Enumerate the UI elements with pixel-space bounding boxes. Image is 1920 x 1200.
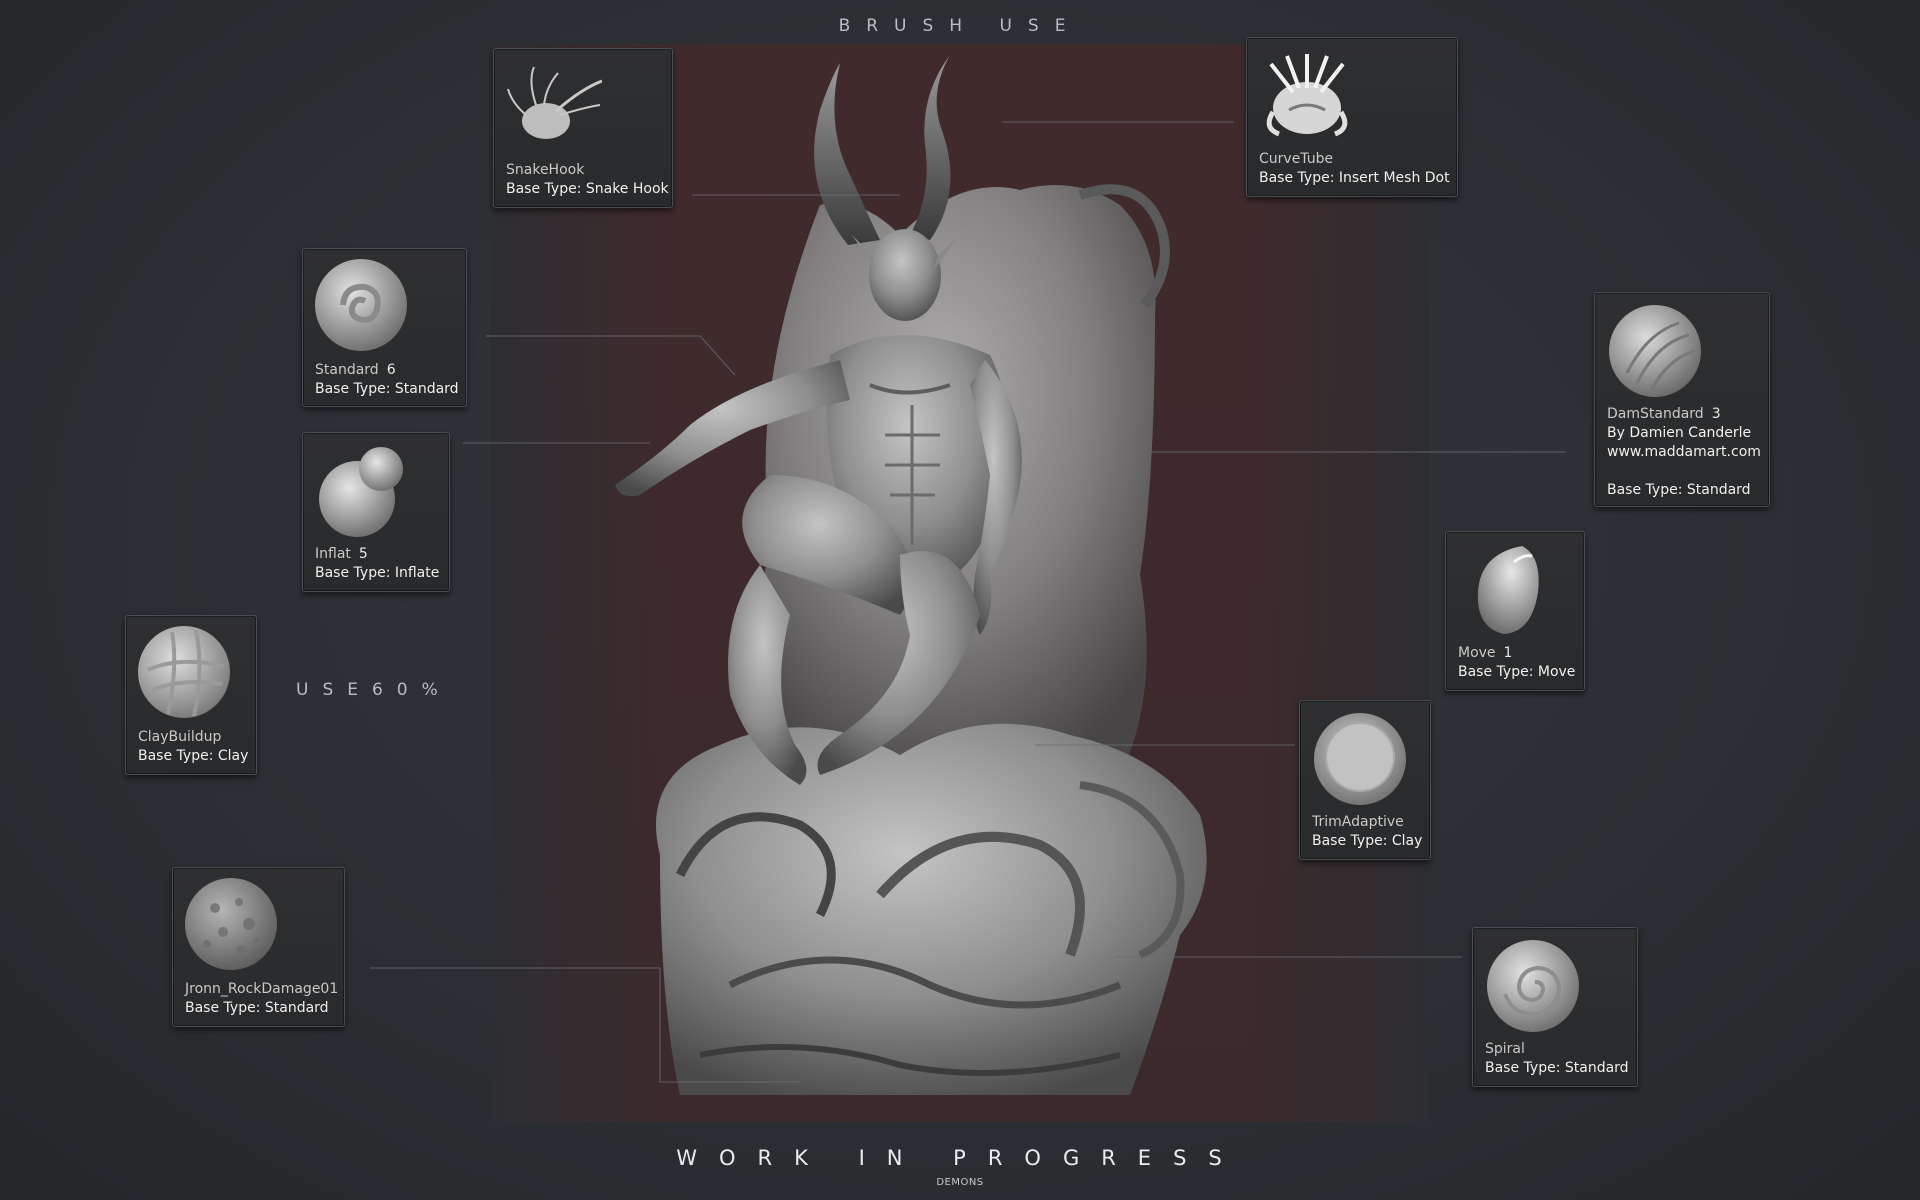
brush-name: Standard 6 <box>315 362 396 378</box>
demon-sculpture-image <box>615 55 1207 1095</box>
inflat-brush-icon <box>319 447 403 537</box>
brush-base-type: Base Type: Clay <box>1312 833 1423 849</box>
brush-name: Spiral <box>1485 1041 1525 1057</box>
brush-card-standard[interactable]: Standard 6 Base Type: Standard <box>302 248 467 407</box>
brush-card-snakehook[interactable]: SnakeHook Base Type: Snake Hook <box>493 48 673 208</box>
standard-brush-icon <box>315 259 407 351</box>
brush-card-curvetube[interactable]: CurveTube Base Type: Insert Mesh Dot <box>1246 37 1458 197</box>
brush-card-trimadaptive[interactable]: TrimAdaptive Base Type: Clay <box>1299 700 1431 860</box>
brush-card-claybuildup[interactable]: ClayBuildup Base Type: Clay <box>125 615 257 775</box>
page-heading: BRUSH USE <box>838 16 1082 36</box>
brush-base-type: Base Type: Standard <box>315 381 459 397</box>
brush-name: ClayBuildup <box>138 729 222 745</box>
curvetube-brush-icon <box>1266 54 1348 137</box>
brush-base-type: Base Type: Insert Mesh Dot <box>1259 170 1450 186</box>
brush-name: DamStandard 3 <box>1607 406 1721 422</box>
claybuildup-brush-icon <box>138 626 230 718</box>
trimadaptive-brush-icon <box>1314 713 1406 805</box>
brush-base-type: Base Type: Standard <box>1607 482 1751 498</box>
brush-card-inflat[interactable]: Inflat 5 Base Type: Inflate <box>302 432 450 592</box>
project-subtitle: DEMONS <box>936 1177 984 1188</box>
brush-base-type: Base Type: Inflate <box>315 565 440 581</box>
brush-card-spiral[interactable]: Spiral Base Type: Standard <box>1472 927 1638 1087</box>
brush-base-type: Base Type: Standard <box>185 1000 329 1016</box>
brush-use-count: 5 <box>358 546 368 562</box>
brush-base-type: Base Type: Move <box>1458 664 1576 680</box>
brush-name: Jronn_RockDamage01 <box>185 981 339 997</box>
work-in-progress-title: WORK IN PROGRESS <box>676 1146 1244 1170</box>
brush-card-rockdamage[interactable]: Jronn_RockDamage01 Base Type: Standard <box>172 867 345 1027</box>
brush-use-count: 1 <box>1503 645 1513 661</box>
damstandard-brush-icon <box>1609 305 1701 397</box>
snakehook-brush-icon <box>507 66 602 139</box>
brush-author: By Damien Canderle <box>1607 425 1752 441</box>
brush-author-website: www.maddamart.com <box>1607 444 1761 460</box>
rockdamage-brush-icon <box>185 878 277 970</box>
move-brush-icon <box>1477 546 1539 634</box>
brush-name: Inflat 5 <box>315 546 368 562</box>
brush-base-type: Base Type: Snake Hook <box>506 181 669 197</box>
brush-card-move[interactable]: Move 1 Base Type: Move <box>1445 531 1585 691</box>
usage-percentage-note: USE60% <box>296 680 452 700</box>
brush-use-count: 3 <box>1711 406 1721 422</box>
brush-name: Move 1 <box>1458 645 1513 661</box>
brush-card-damstandard[interactable]: DamStandard 3 By Damien Canderle www.madd… <box>1594 292 1770 507</box>
brush-name: SnakeHook <box>506 162 585 178</box>
brush-base-type: Base Type: Clay <box>138 748 249 764</box>
brush-use-count: 6 <box>386 362 396 378</box>
brush-name: CurveTube <box>1259 151 1334 167</box>
spiral-brush-icon <box>1487 940 1579 1032</box>
brush-name: TrimAdaptive <box>1312 814 1404 830</box>
brush-base-type: Base Type: Standard <box>1485 1060 1629 1076</box>
